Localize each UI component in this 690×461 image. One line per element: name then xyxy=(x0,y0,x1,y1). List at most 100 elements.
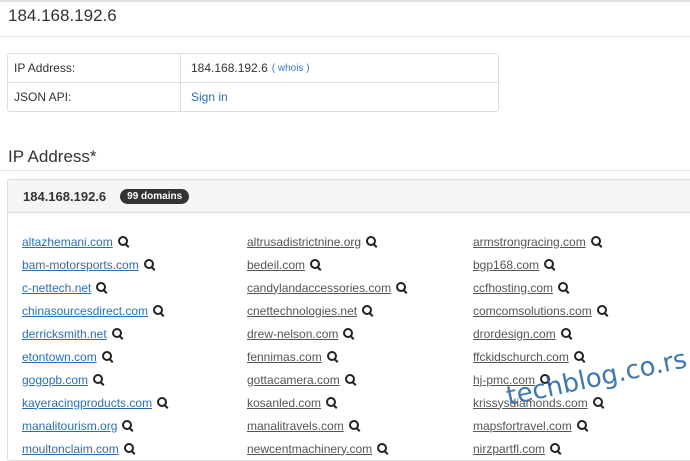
page-title: 184.168.192.6 xyxy=(8,6,117,25)
search-icon[interactable] xyxy=(576,419,589,432)
domain-item: bgp168.com xyxy=(473,253,690,276)
panel-heading: 184.168.192.6 99 domains xyxy=(8,180,690,213)
search-icon[interactable] xyxy=(153,304,165,317)
ip-address-value-cell: 184.168.192.6 ( whois ) xyxy=(181,61,310,75)
domain-item: fennimas.com xyxy=(247,345,473,368)
domain-link[interactable]: drew-nelson.com xyxy=(247,327,338,341)
domain-item: etontown.com xyxy=(22,345,247,368)
domain-link[interactable]: mapsfortravel.com xyxy=(473,419,572,433)
search-icon[interactable] xyxy=(558,281,570,294)
domain-link[interactable]: manalitourism.org xyxy=(22,419,117,433)
search-icon[interactable] xyxy=(348,419,361,432)
whois-link-wrapper: ( whois ) xyxy=(272,63,310,74)
domain-item: kosanled.com xyxy=(247,391,473,414)
search-icon[interactable] xyxy=(592,396,605,409)
domains-panel: 184.168.192.6 99 domains altazhemani.com… xyxy=(7,179,690,461)
search-icon[interactable] xyxy=(326,350,339,363)
divider xyxy=(0,36,690,37)
json-api-label: JSON API: xyxy=(8,83,181,111)
domain-item: c-nettech.net xyxy=(22,276,247,299)
sign-in-link[interactable]: Sign in xyxy=(191,90,228,104)
whois-link[interactable]: ( whois ) xyxy=(272,63,310,74)
search-icon[interactable] xyxy=(117,235,130,248)
domain-link[interactable]: chinasourcesdirect.com xyxy=(22,304,148,318)
domain-item: kayeracingproducts.com xyxy=(22,391,247,414)
domain-list: altazhemani.com altrusadistrictnine.org ar… xyxy=(22,230,690,460)
search-icon[interactable] xyxy=(573,350,586,363)
domain-link[interactable]: manalitravels.com xyxy=(247,419,344,433)
search-icon[interactable] xyxy=(96,281,108,294)
domain-link[interactable]: c-nettech.net xyxy=(22,281,91,295)
search-icon[interactable] xyxy=(93,373,105,386)
json-api-row: JSON API: Sign in xyxy=(8,82,498,111)
divider xyxy=(0,170,690,171)
domain-item: derricksmith.net xyxy=(22,322,247,345)
domain-link[interactable]: bedeil.com xyxy=(247,258,305,272)
domain-link[interactable]: comcomsolutions.com xyxy=(473,304,592,318)
domain-item: comcomsolutions.com xyxy=(473,299,690,322)
domain-item: gottacamera.com xyxy=(247,368,473,391)
domain-link[interactable]: fennimas.com xyxy=(247,350,322,364)
json-api-value-cell: Sign in xyxy=(181,90,228,104)
domain-link[interactable]: altazhemani.com xyxy=(22,235,113,249)
top-border xyxy=(0,0,690,2)
search-icon[interactable] xyxy=(596,304,609,317)
search-icon[interactable] xyxy=(111,327,124,340)
domain-item: drordesign.com xyxy=(473,322,690,345)
domain-item: bedeil.com xyxy=(247,253,473,276)
domain-link[interactable]: gogopb.com xyxy=(22,373,88,387)
domain-item: moultonclaim.com xyxy=(22,437,247,460)
domain-item: gogopb.com xyxy=(22,368,247,391)
search-icon[interactable] xyxy=(544,258,556,271)
search-icon[interactable] xyxy=(366,235,378,248)
search-icon[interactable] xyxy=(344,373,357,386)
domain-link[interactable]: candylandaccessories.com xyxy=(247,281,391,295)
ip-info-table: IP Address: 184.168.192.6 ( whois ) JSON… xyxy=(7,53,499,112)
domain-item: ccfhosting.com xyxy=(473,276,690,299)
domain-item: chinasourcesdirect.com xyxy=(22,299,247,322)
domain-item: bam-motorsports.com xyxy=(22,253,247,276)
domain-link[interactable]: drordesign.com xyxy=(473,327,556,341)
search-icon[interactable] xyxy=(326,396,338,409)
domain-item: altazhemani.com xyxy=(22,230,247,253)
search-icon[interactable] xyxy=(157,396,169,409)
search-icon[interactable] xyxy=(122,419,134,432)
search-icon[interactable] xyxy=(560,327,573,340)
domain-link[interactable]: gottacamera.com xyxy=(247,373,340,387)
domain-link[interactable]: armstrongracing.com xyxy=(473,235,586,249)
panel-ip: 184.168.192.6 xyxy=(23,188,107,204)
domain-link[interactable]: bgp168.com xyxy=(473,258,539,272)
ip-address-row: IP Address: 184.168.192.6 ( whois ) xyxy=(8,54,498,82)
ip-address-value: 184.168.192.6 xyxy=(191,61,268,75)
domain-item: altrusadistrictnine.org xyxy=(247,230,473,253)
ip-address-label: IP Address: xyxy=(8,54,181,82)
domain-item: mapsfortravel.com xyxy=(473,414,690,437)
domain-item: cnettechnologies.net xyxy=(247,299,473,322)
domain-item: manalitravels.com xyxy=(247,414,473,437)
search-icon[interactable] xyxy=(123,442,136,455)
section-title: IP Address* xyxy=(8,147,97,166)
search-icon[interactable] xyxy=(396,281,408,294)
domain-item: manalitourism.org xyxy=(22,414,247,437)
domain-link[interactable]: ffckidschurch.com xyxy=(473,350,569,364)
domain-item: armstrongracing.com xyxy=(473,230,690,253)
domain-link[interactable]: ccfhosting.com xyxy=(473,281,553,295)
domain-link[interactable]: altrusadistrictnine.org xyxy=(247,235,361,249)
domain-link[interactable]: kayeracingproducts.com xyxy=(22,396,152,410)
search-icon[interactable] xyxy=(101,350,114,363)
search-icon[interactable] xyxy=(362,304,374,317)
search-icon[interactable] xyxy=(550,442,562,455)
domain-link[interactable]: bam-motorsports.com xyxy=(22,258,139,272)
search-icon[interactable] xyxy=(143,258,156,271)
domain-item: nirzpartfl.com xyxy=(473,437,690,460)
search-icon[interactable] xyxy=(310,258,322,271)
search-icon[interactable] xyxy=(590,235,603,248)
domain-link[interactable]: kosanled.com xyxy=(247,396,321,410)
domain-link[interactable]: cnettechnologies.net xyxy=(247,304,357,318)
domain-count-badge: 99 domains xyxy=(120,188,190,204)
domain-item: drew-nelson.com xyxy=(247,322,473,345)
domain-link[interactable]: derricksmith.net xyxy=(22,327,107,341)
search-icon[interactable] xyxy=(343,327,355,340)
domain-link[interactable]: etontown.com xyxy=(22,350,97,364)
search-icon[interactable] xyxy=(377,442,389,455)
